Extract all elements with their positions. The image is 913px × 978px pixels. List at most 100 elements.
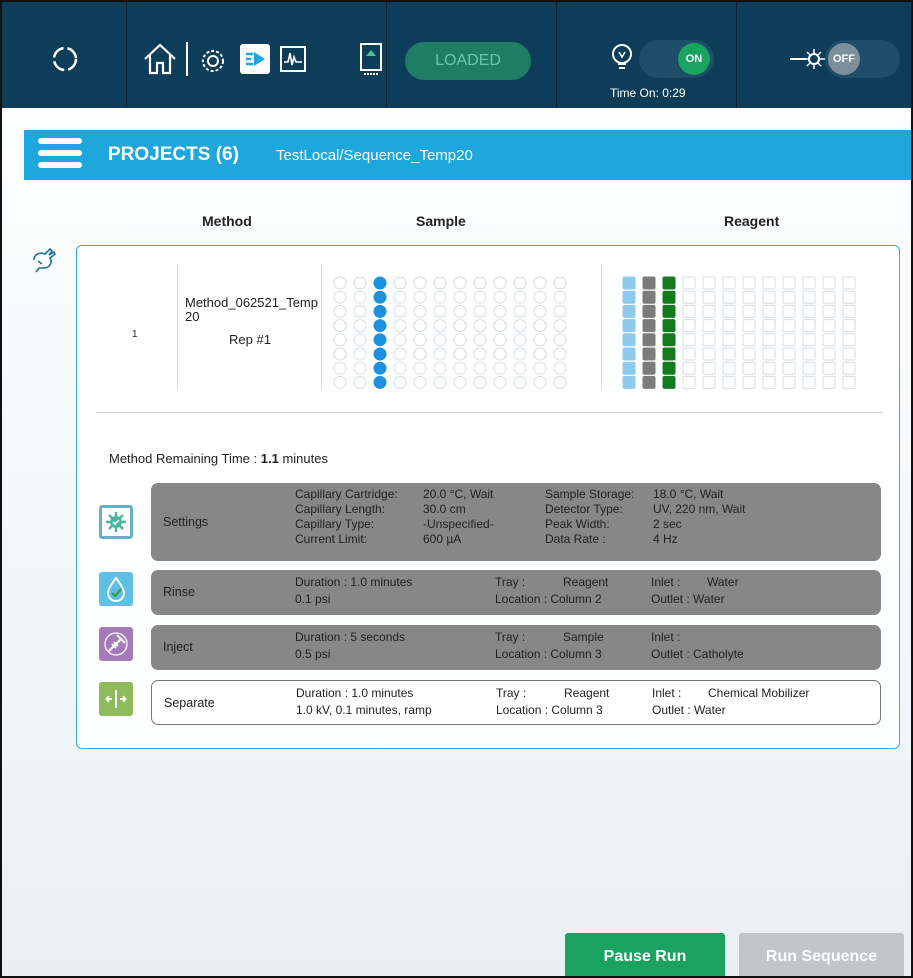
reagent-well[interactable] [822,333,836,347]
reagent-well[interactable] [642,333,656,347]
inject-step[interactable]: Inject Duration : 5 seconds 0.5 psi Tray… [151,625,881,670]
reagent-well[interactable] [742,290,756,304]
sample-well[interactable] [553,290,567,304]
reagent-well[interactable] [762,347,776,361]
reagent-well[interactable] [622,319,636,333]
sample-well[interactable] [493,361,507,375]
reagent-well[interactable] [642,375,656,389]
reagent-well[interactable] [742,361,756,375]
reagent-well[interactable] [782,361,796,375]
sample-well[interactable] [453,276,467,290]
reagent-well[interactable] [822,375,836,389]
reagent-well[interactable] [802,375,816,389]
sample-well[interactable] [333,276,347,290]
reagent-well[interactable] [642,347,656,361]
sample-plate-grid[interactable] [333,276,583,396]
reagent-well[interactable] [662,347,676,361]
reagent-well[interactable] [702,319,716,333]
reagent-well[interactable] [622,290,636,304]
sample-well[interactable] [393,276,407,290]
reagent-well[interactable] [782,304,796,318]
sample-well[interactable] [513,304,527,318]
sample-well[interactable] [413,304,427,318]
sample-well[interactable] [333,375,347,389]
reagent-well[interactable] [662,290,676,304]
sample-well[interactable] [373,276,387,290]
sample-well[interactable] [473,347,487,361]
sample-well[interactable] [553,319,567,333]
sample-well[interactable] [533,347,547,361]
sample-well[interactable] [493,304,507,318]
sample-well[interactable] [333,304,347,318]
hamburger-menu-icon[interactable] [38,138,82,172]
sample-well[interactable] [393,290,407,304]
sample-well[interactable] [473,304,487,318]
reagent-well[interactable] [682,361,696,375]
sample-well[interactable] [413,347,427,361]
rinse-step[interactable]: Rinse Duration : 1.0 minutes 0.1 psi Tra… [151,570,881,615]
reagent-well[interactable] [802,304,816,318]
sample-well[interactable] [493,347,507,361]
sample-well[interactable] [453,361,467,375]
sample-well[interactable] [453,347,467,361]
sample-well[interactable] [373,304,387,318]
reagent-well[interactable] [702,361,716,375]
sample-well[interactable] [533,375,547,389]
reagent-well[interactable] [682,375,696,389]
reagent-well[interactable] [762,319,776,333]
sample-well[interactable] [553,361,567,375]
sample-well[interactable] [473,375,487,389]
reagent-well[interactable] [642,361,656,375]
reagent-well[interactable] [702,333,716,347]
sample-well[interactable] [393,319,407,333]
sample-well[interactable] [493,290,507,304]
sample-well[interactable] [333,333,347,347]
reagent-well[interactable] [722,290,736,304]
sample-well[interactable] [553,304,567,318]
reagent-well[interactable] [742,276,756,290]
sample-well[interactable] [473,333,487,347]
sample-well[interactable] [453,304,467,318]
reagent-well[interactable] [662,319,676,333]
run-sequence-button[interactable]: Run Sequence [739,933,904,976]
electropherogram-icon[interactable] [279,45,307,73]
reagent-well[interactable] [682,347,696,361]
reagent-well[interactable] [802,361,816,375]
reagent-well[interactable] [782,276,796,290]
sample-well[interactable] [453,375,467,389]
reagent-well[interactable] [762,304,776,318]
reagent-well[interactable] [642,276,656,290]
reagent-well[interactable] [662,375,676,389]
reagent-well[interactable] [822,361,836,375]
sample-well[interactable] [533,333,547,347]
sample-well[interactable] [533,304,547,318]
laser-toggle[interactable]: OFF [825,40,900,78]
settings-step[interactable]: Settings Capillary Cartridge: Capillary … [151,483,881,561]
reagent-well[interactable] [822,304,836,318]
reagent-well[interactable] [722,361,736,375]
reagent-well[interactable] [782,319,796,333]
reagent-well[interactable] [782,290,796,304]
reagent-well[interactable] [762,375,776,389]
reagent-well[interactable] [722,276,736,290]
reagent-well[interactable] [822,276,836,290]
reagent-well[interactable] [682,333,696,347]
sample-well[interactable] [373,361,387,375]
reagent-well[interactable] [662,361,676,375]
sample-well[interactable] [353,333,367,347]
reagent-well[interactable] [842,276,856,290]
reagent-well[interactable] [702,276,716,290]
sample-well[interactable] [513,375,527,389]
reagent-well[interactable] [782,347,796,361]
reagent-well[interactable] [742,304,756,318]
sample-well[interactable] [513,290,527,304]
sample-well[interactable] [513,361,527,375]
run-method-icon[interactable] [240,44,270,74]
sample-well[interactable] [493,276,507,290]
reagent-well[interactable] [822,347,836,361]
reagent-well[interactable] [622,347,636,361]
reagent-well[interactable] [702,290,716,304]
sample-well[interactable] [373,375,387,389]
sample-well[interactable] [333,319,347,333]
reagent-well[interactable] [762,333,776,347]
